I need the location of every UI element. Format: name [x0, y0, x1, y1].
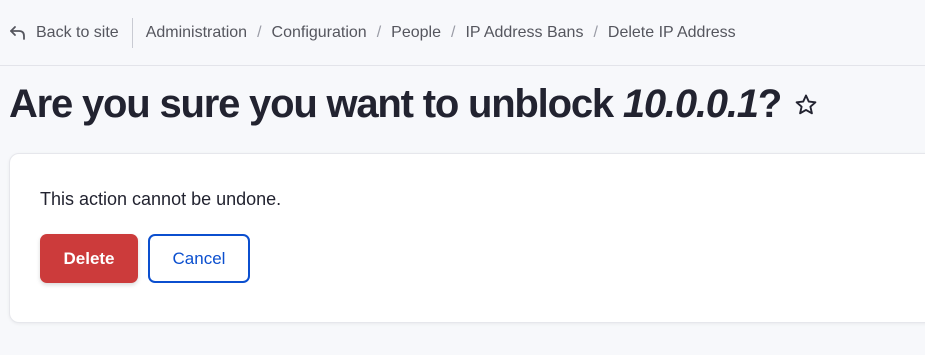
page-title: Are you sure you want to unblock 10.0.0.… [9, 82, 782, 127]
back-to-site-label: Back to site [36, 23, 119, 41]
back-to-site-link[interactable]: Back to site [9, 17, 133, 48]
page-title-ip: 10.0.0.1 [622, 82, 759, 126]
breadcrumb-separator: / [376, 23, 382, 41]
breadcrumb-configuration[interactable]: Configuration [272, 24, 367, 42]
breadcrumb-administration[interactable]: Administration [146, 24, 247, 42]
page-title-row: Are you sure you want to unblock 10.0.0.… [9, 82, 818, 127]
breadcrumb-separator: / [450, 23, 456, 41]
breadcrumb-separator: / [593, 23, 598, 41]
back-arrow-icon [9, 25, 27, 41]
admin-toolbar: Back to site Administration / Configurat… [0, 0, 925, 66]
page-title-prefix: Are you sure you want to unblock [9, 82, 623, 126]
breadcrumb-people[interactable]: People [391, 24, 441, 42]
breadcrumb-delete-ip-address: Delete IP Address [607, 23, 736, 41]
warning-text: This action cannot be undone. [40, 189, 282, 209]
delete-button[interactable]: Delete [40, 234, 138, 283]
page-title-suffix: ? [757, 82, 782, 126]
breadcrumb-ip-address-bans[interactable]: IP Address Bans [465, 24, 583, 42]
breadcrumb: Administration / Configuration / People … [146, 24, 736, 42]
confirm-form-card: This action cannot be undone. Delete Can… [9, 153, 925, 323]
star-icon[interactable] [794, 93, 818, 117]
cancel-button[interactable]: Cancel [148, 234, 250, 283]
breadcrumb-separator: / [257, 23, 262, 41]
